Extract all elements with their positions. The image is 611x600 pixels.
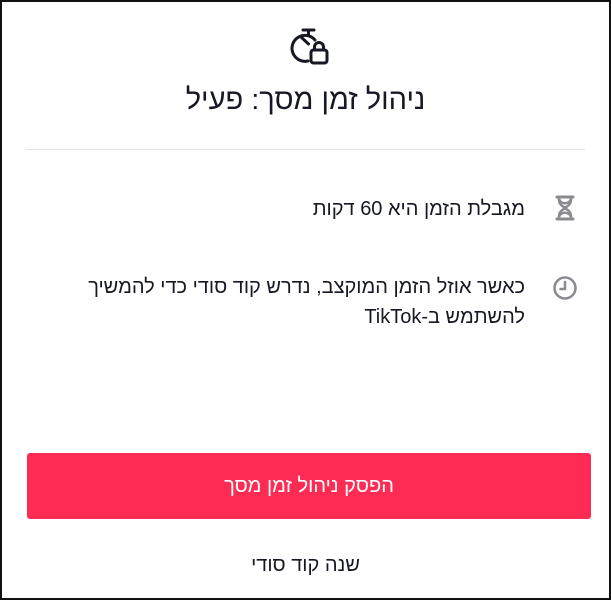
time-limit-text: מגבלת הזמן היא 60 דקות: [312, 198, 525, 220]
change-passcode-link[interactable]: שנה קוד סודי: [2, 554, 609, 577]
info-row-passcode: כאשר אוזל הזמן המוקצב, נדרש קוד סודי כדי…: [59, 272, 579, 332]
screen-time-panel: ניהול זמן מסך: פעיל מגבלת הזמן היא 60 דק…: [0, 0, 611, 600]
timer-lock-icon: [290, 28, 329, 65]
info-row-time-limit: מגבלת הזמן היא 60 דקות: [59, 194, 579, 224]
page-title: ניהול זמן מסך: פעיל: [185, 84, 426, 116]
clock-icon: [551, 274, 579, 302]
passcode-info-text: כאשר אוזל הזמן המוקצב, נדרש קוד סודי כדי…: [88, 276, 525, 328]
hourglass-icon: [551, 194, 579, 222]
stop-screen-time-button[interactable]: הפסק ניהול זמן מסך: [27, 453, 591, 519]
divider: [26, 149, 585, 150]
